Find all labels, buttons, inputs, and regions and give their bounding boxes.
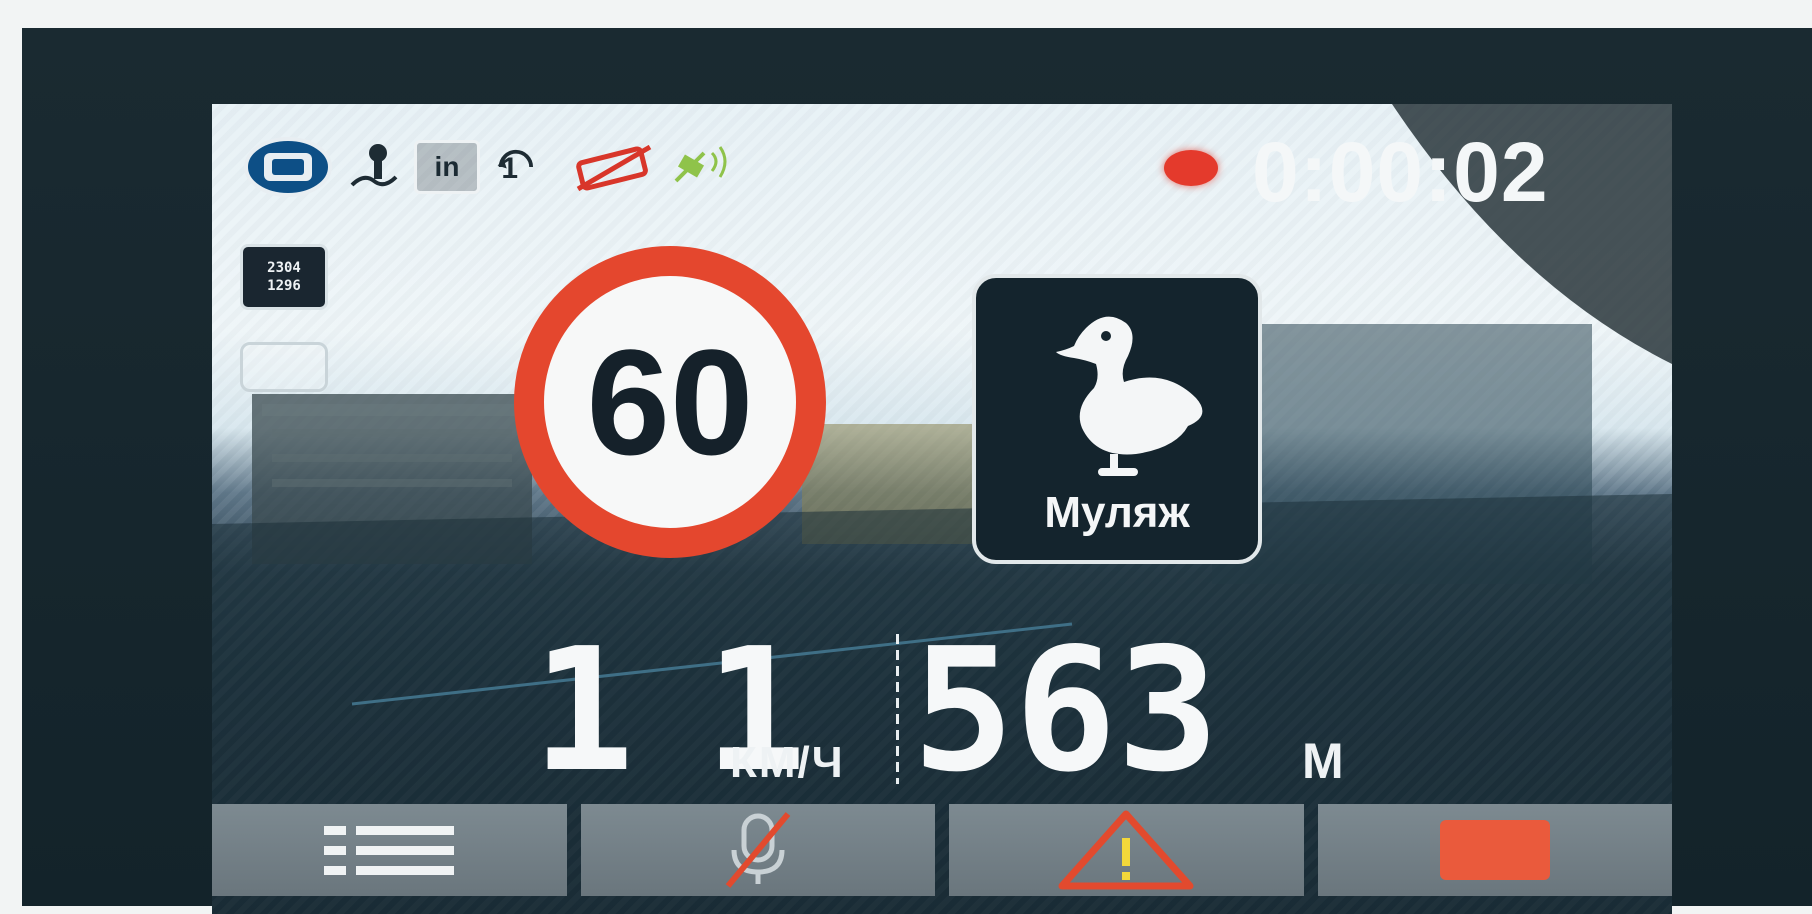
status-icons: in 1	[242, 132, 734, 202]
dashcam-frame: in 1 0:00:02 2304 1296 60 Муляж 11 КМ/Ч …	[22, 28, 1812, 914]
readout-divider	[896, 634, 899, 784]
camera-type-label: Муляж	[1044, 488, 1190, 537]
menu-button[interactable]	[212, 804, 567, 896]
mic-off-icon	[725, 812, 791, 888]
radar-count-icon: 1	[490, 137, 560, 197]
warning-button[interactable]	[949, 804, 1304, 896]
satellite-icon	[668, 137, 734, 197]
resolution-height: 1296	[267, 278, 301, 294]
dashcam-screen: in 1 0:00:02 2304 1296 60 Муляж 11 КМ/Ч …	[212, 104, 1672, 914]
camera-type-alert: Муляж	[972, 274, 1262, 564]
speed-limit-value: 60	[586, 317, 754, 486]
menu-icon	[324, 826, 455, 875]
recording-indicator	[1164, 150, 1218, 186]
warning-icon	[1058, 810, 1194, 890]
speed-unit: КМ/Ч	[730, 738, 845, 787]
stop-icon	[1439, 820, 1550, 880]
speed-limit-sign: 60	[514, 246, 826, 558]
mute-icon	[570, 137, 658, 197]
resolution-width: 2304	[267, 260, 301, 276]
resolution-badge: 2304 1296	[240, 244, 328, 310]
in-icon: in	[414, 140, 480, 194]
gps-icon	[344, 137, 404, 197]
storage-icon	[240, 342, 328, 392]
camera-icon	[242, 135, 334, 199]
bottom-toolbar	[212, 804, 1672, 914]
duck-icon	[1056, 316, 1203, 476]
stop-button[interactable]	[1317, 804, 1672, 896]
distance-unit: М	[1302, 733, 1344, 789]
radar-count-label: 1	[501, 152, 518, 185]
recording-timer: 0:00:02	[1252, 125, 1549, 219]
distance-to-camera: 563	[912, 612, 1220, 810]
mute-button[interactable]	[580, 804, 935, 896]
